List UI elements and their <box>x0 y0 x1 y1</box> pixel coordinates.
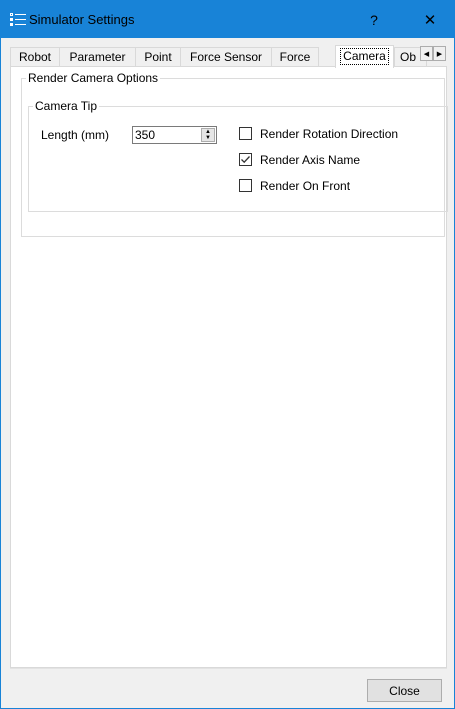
render-on-front-checkbox[interactable]: Render On Front <box>239 177 350 194</box>
tab-label: Parameter <box>69 50 126 64</box>
tab-label: Ob <box>400 50 417 64</box>
checkbox-label: Render Rotation Direction <box>260 126 399 141</box>
render-axis-name-checkbox[interactable]: Render Axis Name <box>239 151 360 168</box>
settings-grid-icon <box>10 13 26 26</box>
camera-tab-panel: Render Camera Options Camera Tip Length … <box>10 66 448 668</box>
spin-down-icon[interactable]: ▼ <box>202 135 214 141</box>
length-input[interactable] <box>135 127 197 143</box>
title-bar[interactable]: Simulator Settings ? ✕ <box>1 1 454 38</box>
spin-buttons[interactable]: ▲ ▼ <box>201 128 215 142</box>
checkbox-label: Render On Front <box>260 178 351 193</box>
render-rotation-direction-checkbox[interactable]: Render Rotation Direction <box>239 125 398 142</box>
tab-label: Point <box>144 50 172 64</box>
tab-parameter[interactable]: Parameter <box>59 47 136 66</box>
close-icon: ✕ <box>423 11 437 29</box>
group-title: Camera Tip <box>33 99 100 114</box>
checkbox-box[interactable] <box>239 127 252 140</box>
tab-scroll-right-button[interactable]: ▶ <box>433 46 446 61</box>
tab-strip: Robot Parameter Point Force Sensor Force… <box>10 45 447 68</box>
tab-camera[interactable]: Camera <box>335 45 394 68</box>
camera-tip-group: Camera Tip Length (mm) ▲ ▼ Render Rotati… <box>28 99 448 212</box>
window-title: Simulator Settings <box>29 12 135 27</box>
tab-force-sensor[interactable]: Force Sensor <box>180 47 272 66</box>
tab-label: Robot <box>18 50 52 64</box>
arrow-left-icon: ◀ <box>423 50 430 58</box>
close-button[interactable]: Close <box>367 679 442 702</box>
window-close-button[interactable]: ✕ <box>407 1 453 38</box>
simulator-settings-window: Simulator Settings ? ✕ Robot Parameter P… <box>0 0 455 709</box>
checkbox-box[interactable] <box>239 179 252 192</box>
checkmark-icon <box>241 156 250 164</box>
tab-label: Force <box>279 50 311 64</box>
tab-label: Force Sensor <box>189 50 263 64</box>
tab-force[interactable]: Force <box>271 47 319 66</box>
tab-robot[interactable]: Robot <box>10 47 60 66</box>
footer-separator <box>10 668 447 669</box>
group-title: Render Camera Options <box>26 71 161 86</box>
arrow-right-icon: ▶ <box>436 50 443 58</box>
checkbox-box[interactable] <box>239 153 252 166</box>
close-button-label: Close <box>389 683 420 698</box>
help-button[interactable]: ? <box>351 1 397 38</box>
checkbox-label: Render Axis Name <box>260 152 361 167</box>
tab-point[interactable]: Point <box>135 47 181 66</box>
tab-label: Camera <box>340 48 389 65</box>
length-label: Length (mm) <box>41 128 110 142</box>
length-stepper[interactable]: ▲ ▼ <box>132 126 217 144</box>
tab-scroll-left-button[interactable]: ◀ <box>420 46 433 61</box>
help-icon: ? <box>370 11 378 28</box>
render-camera-options-group: Render Camera Options Camera Tip Length … <box>21 71 448 237</box>
